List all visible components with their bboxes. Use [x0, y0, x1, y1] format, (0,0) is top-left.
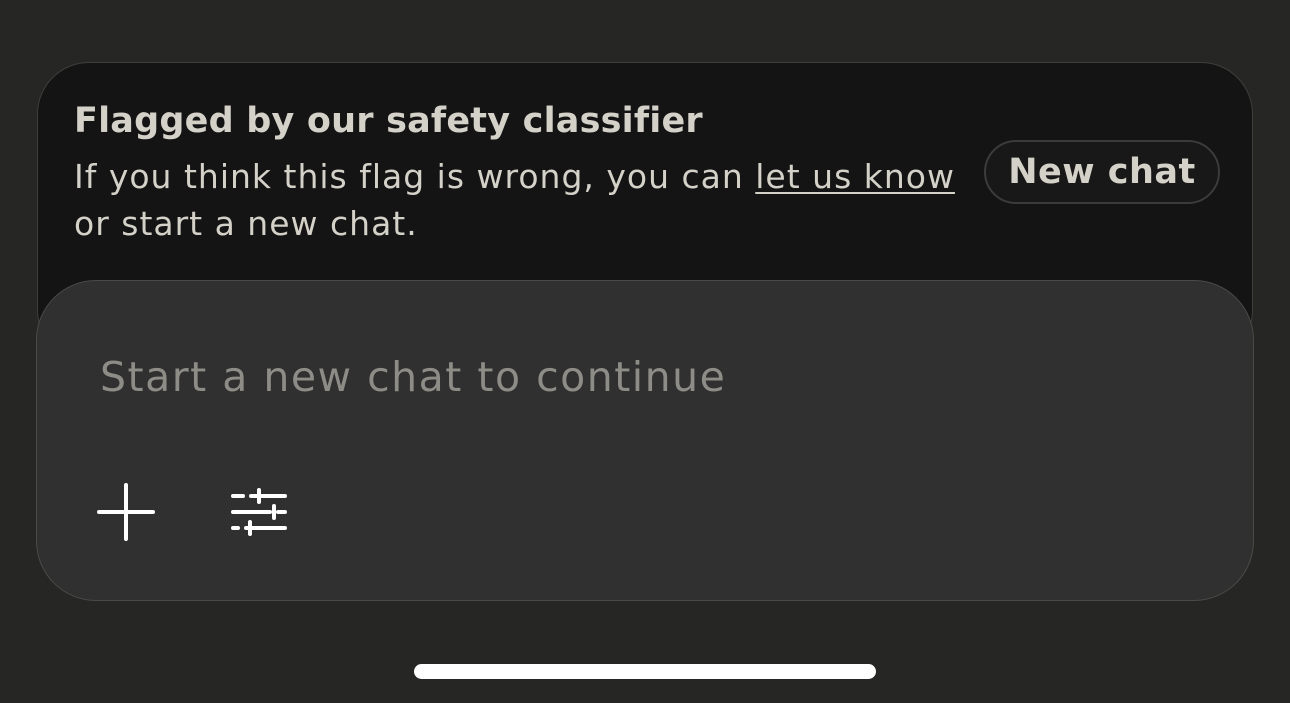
sliders-icon	[231, 488, 287, 536]
app-screen: Flagged by our safety classifier If you …	[0, 0, 1290, 703]
banner-message-suffix: or start a new chat.	[74, 204, 418, 243]
banner-message: If you think this flag is wrong, you can…	[74, 153, 974, 247]
plus-icon	[97, 483, 155, 541]
tools-settings-button[interactable]	[224, 477, 294, 547]
new-chat-button[interactable]: New chat	[984, 140, 1220, 204]
home-indicator[interactable]	[414, 664, 876, 679]
let-us-know-link[interactable]: let us know	[755, 157, 955, 196]
banner-title: Flagged by our safety classifier	[74, 101, 703, 141]
banner-message-prefix: If you think this flag is wrong, you can	[74, 157, 756, 196]
chat-composer: Start a new chat to continue	[36, 280, 1254, 601]
add-attachment-button[interactable]	[91, 477, 161, 547]
composer-placeholder: Start a new chat to continue	[100, 353, 727, 401]
